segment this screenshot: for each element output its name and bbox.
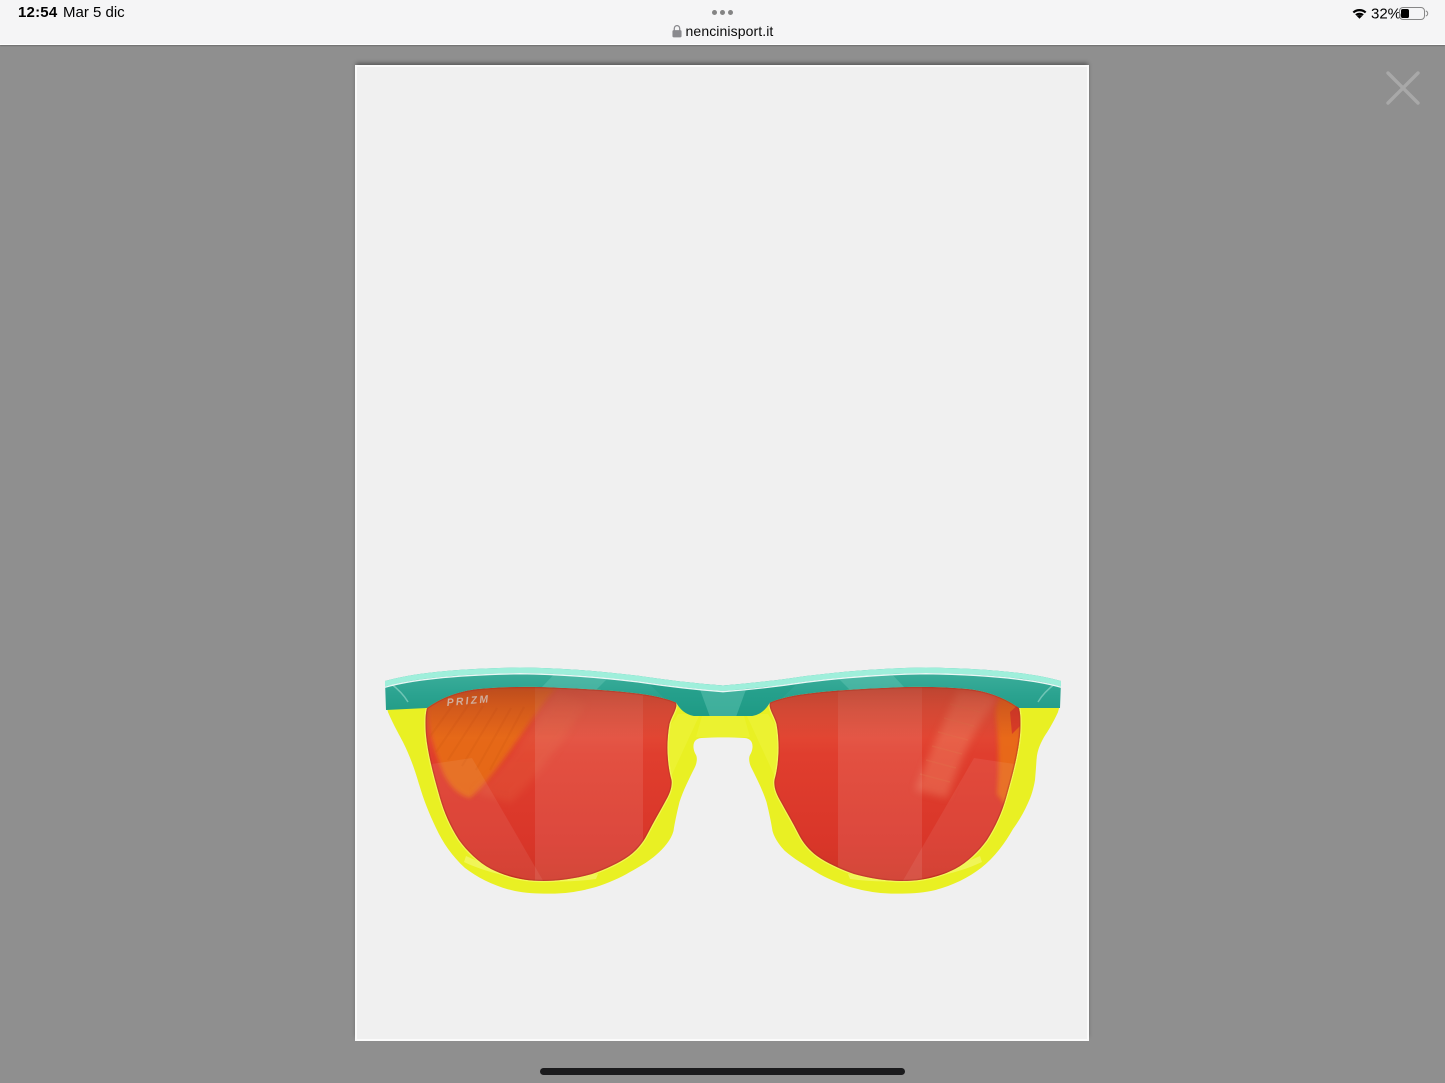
svg-text:32%: 32%: [1371, 6, 1401, 23]
